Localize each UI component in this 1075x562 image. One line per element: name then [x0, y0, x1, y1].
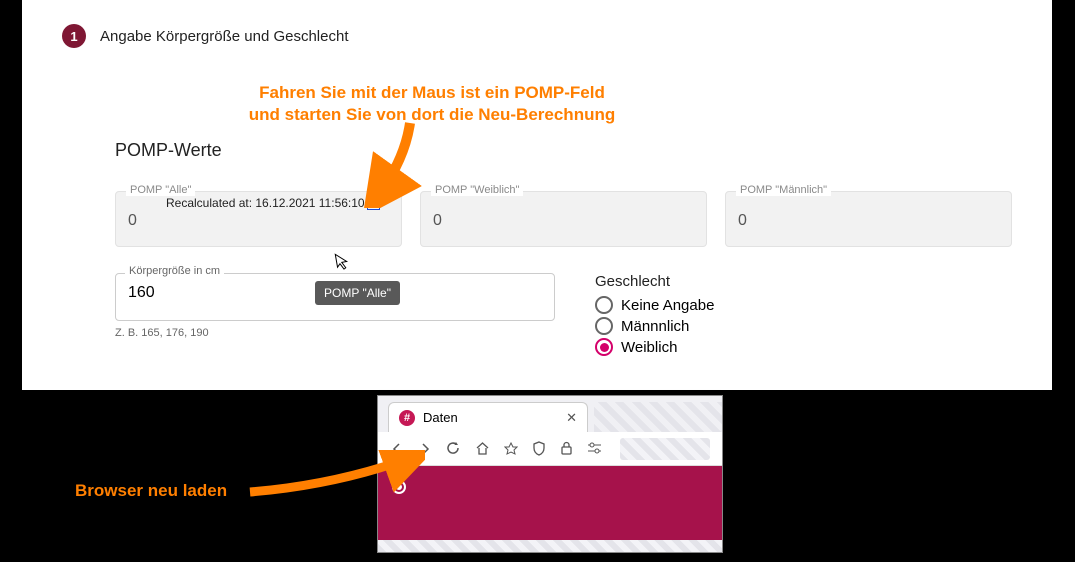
- pomp-label: POMP "Alle": [126, 184, 195, 196]
- pomp-value: 0: [128, 212, 389, 230]
- browser-window: # Daten ✕: [377, 395, 723, 553]
- annotation-top-line2: und starten Sie von dort die Neu-Berechn…: [182, 104, 682, 126]
- tabbar-overflow: [594, 402, 722, 432]
- gender-option-male[interactable]: Männnlich: [595, 317, 714, 335]
- browser-tab[interactable]: # Daten ✕: [388, 402, 588, 432]
- pomp-value: 0: [738, 212, 999, 230]
- radio-icon: [595, 317, 613, 335]
- settings-sliders-icon[interactable]: [587, 442, 602, 455]
- pomp-section: POMP-Werte POMP "Alle" Recalculated at: …: [115, 140, 1012, 359]
- recalc-play-icon[interactable]: [367, 197, 380, 210]
- pomp-label: POMP "Männlich": [736, 184, 831, 196]
- shield-icon[interactable]: [532, 441, 546, 456]
- step-header: 1 Angabe Körpergröße und Geschlecht: [62, 24, 1012, 48]
- tab-close-icon[interactable]: ✕: [566, 410, 577, 426]
- radio-icon: [595, 296, 613, 314]
- recalc-text: Recalculated at: 16.12.2021 11:56:10: [166, 196, 365, 210]
- recalc-info: Recalculated at: 16.12.2021 11:56:10: [166, 196, 380, 210]
- home-icon[interactable]: [475, 441, 490, 456]
- pomp-section-title: POMP-Werte: [115, 140, 1012, 161]
- gender-option-none[interactable]: Keine Angabe: [595, 296, 714, 314]
- annotation-top: Fahren Sie mit der Maus ist ein POMP-Fel…: [182, 82, 682, 126]
- lock-icon[interactable]: [560, 441, 573, 456]
- back-icon[interactable]: [390, 442, 404, 456]
- gender-option-label: Keine Angabe: [621, 297, 714, 314]
- annotation-top-line1: Fahren Sie mit der Maus ist ein POMP-Fel…: [182, 82, 682, 104]
- step-title: Angabe Körpergröße und Geschlecht: [100, 28, 349, 45]
- forward-icon[interactable]: [418, 442, 432, 456]
- pomp-field-maennlich[interactable]: POMP "Männlich" 0: [725, 191, 1012, 247]
- annotation-bottom: Browser neu laden: [75, 481, 227, 501]
- favicon-icon: #: [399, 410, 415, 426]
- gender-option-label: Männnlich: [621, 318, 689, 335]
- radio-icon-selected: [595, 338, 613, 356]
- browser-toolbar: [378, 432, 722, 466]
- height-tooltip: POMP "Alle": [315, 281, 400, 305]
- gender-option-female[interactable]: Weiblich: [595, 338, 714, 356]
- pomp-field-weiblich[interactable]: POMP "Weiblich" 0: [420, 191, 707, 247]
- pomp-label: POMP "Weiblich": [431, 184, 523, 196]
- pomp-value: 0: [433, 212, 694, 230]
- height-box: Körpergröße in cm 160 POMP "Alle" Z. B. …: [115, 273, 555, 359]
- height-label: Körpergröße in cm: [125, 265, 224, 277]
- browser-bottom-strip: [378, 540, 722, 552]
- form-panel: 1 Angabe Körpergröße und Geschlecht Fahr…: [22, 0, 1052, 390]
- browser-page-content: [378, 466, 722, 540]
- gender-option-label: Weiblich: [621, 339, 677, 356]
- step-number-badge: 1: [62, 24, 86, 48]
- bookmark-icon[interactable]: [504, 442, 518, 456]
- browser-tabbar: # Daten ✕: [378, 396, 722, 432]
- body-inputs-row: Körpergröße in cm 160 POMP "Alle" Z. B. …: [115, 273, 1012, 359]
- reload-icon[interactable]: [446, 441, 461, 456]
- pomp-row: POMP "Alle" Recalculated at: 16.12.2021 …: [115, 191, 1012, 247]
- url-bar[interactable]: [620, 438, 710, 460]
- gender-title: Geschlecht: [595, 273, 714, 290]
- gender-group: Geschlecht Keine Angabe Männnlich Weibli…: [595, 273, 714, 359]
- page-radio-icon: [392, 480, 406, 494]
- height-hint: Z. B. 165, 176, 190: [115, 327, 555, 339]
- tab-title: Daten: [423, 410, 458, 425]
- pomp-field-alle[interactable]: POMP "Alle" Recalculated at: 16.12.2021 …: [115, 191, 402, 247]
